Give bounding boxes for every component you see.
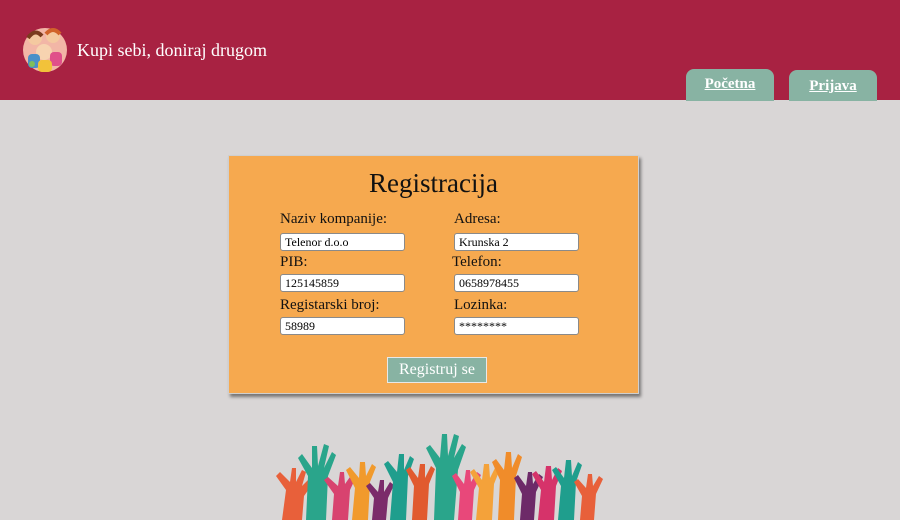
register-button[interactable]: Registruj se — [387, 357, 487, 383]
header-bar: Kupi sebi, doniraj drugom Početna Prijav… — [0, 0, 900, 101]
address-label: Adresa: — [454, 211, 501, 227]
children-group-logo — [23, 28, 67, 72]
company-name-label: Naziv kompanije: — [280, 211, 388, 227]
address-input[interactable] — [454, 233, 579, 251]
password-label: Lozinka: — [454, 297, 508, 313]
raised-hands-illustration — [276, 434, 603, 520]
registration-number-label: Registarski broj: — [280, 297, 380, 313]
registration-number-input[interactable] — [280, 317, 405, 335]
tab-prijava[interactable]: Prijava — [789, 70, 877, 101]
registration-form: Registracija Naziv kompanije: Adresa: PI… — [228, 155, 639, 394]
phone-label: Telefon: — [452, 254, 502, 270]
company-name-input[interactable] — [280, 233, 405, 251]
form-title: Registracija — [369, 168, 498, 198]
tab-pocetna[interactable]: Početna — [686, 69, 774, 101]
password-input[interactable] — [454, 317, 579, 335]
phone-input[interactable] — [454, 274, 579, 292]
pib-label: PIB: — [280, 254, 308, 270]
site-title: Kupi sebi, doniraj drugom — [77, 40, 267, 60]
pib-input[interactable] — [280, 274, 405, 292]
